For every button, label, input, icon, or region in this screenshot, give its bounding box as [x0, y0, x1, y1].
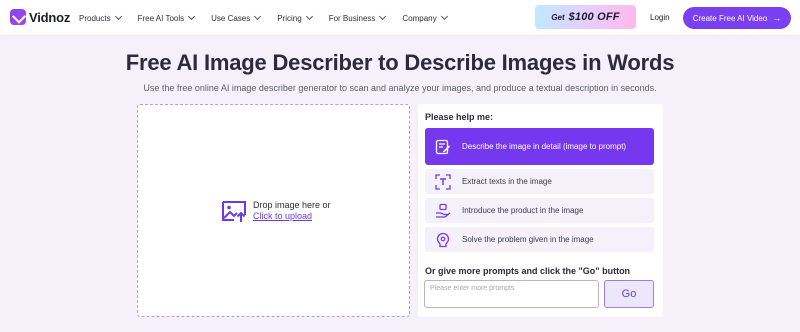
menu-item-company[interactable]: Company [402, 12, 448, 23]
menu-item-products[interactable]: Products [79, 12, 122, 23]
edit-note-icon [435, 139, 451, 154]
arrow-right-icon: → [772, 13, 782, 23]
chevron-down-icon [254, 12, 262, 21]
promo-amount-text: $100 OFF [568, 11, 620, 23]
promo-get-text: Get [551, 12, 565, 22]
lightbulb-brain-icon [436, 232, 450, 247]
menu-item-pricing[interactable]: Pricing [277, 12, 313, 23]
logo-icon [10, 9, 26, 25]
menu-item-label: Company [402, 13, 437, 23]
brand-name: Vidnoz [29, 9, 71, 25]
chevron-down-icon [188, 12, 196, 21]
menu-item-label: Free AI Tools [137, 13, 185, 23]
upload-prompt: Drop image here or Click to upload [221, 199, 331, 223]
main-menu: Products Free AI Tools Use Cases Pricing… [79, 0, 464, 36]
chevron-down-icon [440, 12, 448, 21]
panel-label: Please help me: [425, 112, 494, 122]
promo-banner[interactable]: Get $100 OFF [535, 5, 636, 29]
chevron-down-icon [114, 12, 122, 21]
menu-item-label: Pricing [277, 13, 302, 23]
option-describe-image[interactable]: Describe the image in detail (image to p… [425, 128, 654, 165]
menu-item-label: For Business [328, 13, 376, 23]
option-extract-texts[interactable]: Extract texts in the image [425, 169, 654, 194]
chevron-down-icon [305, 12, 313, 21]
prompt-label: Or give more prompts and click the "Go" … [425, 266, 631, 276]
click-to-upload-link[interactable]: Click to upload [253, 211, 331, 222]
option-solve-problem[interactable]: Solve the problem given in the image [425, 227, 654, 252]
more-prompts-input[interactable] [424, 280, 599, 308]
option-label: Describe the image in detail (image to p… [462, 142, 627, 151]
option-label: Extract texts in the image [462, 177, 552, 186]
go-button[interactable]: Go [604, 280, 654, 308]
text-scan-icon [435, 173, 451, 190]
brand-logo[interactable]: Vidnoz [10, 9, 70, 25]
menu-item-label: Products [79, 13, 111, 23]
upload-text: Drop image here or Click to upload [253, 200, 331, 222]
option-label: Solve the problem given in the image [462, 235, 594, 244]
option-label: Introduce the product in the image [462, 206, 584, 215]
product-hand-icon [436, 203, 451, 218]
menu-item-free-ai-tools[interactable]: Free AI Tools [137, 12, 196, 23]
top-navbar: Vidnoz Products Free AI Tools Use Cases … [0, 0, 800, 36]
page-subtitle: Use the free online AI image describer g… [143, 83, 657, 93]
option-introduce-product[interactable]: Introduce the product in the image [425, 198, 654, 223]
chevron-down-icon [379, 12, 387, 21]
page-title: Free AI Image Describer to Describe Imag… [125, 50, 675, 75]
options-panel: Please help me: Describe the image in de… [418, 104, 663, 317]
cta-label: Create Free AI Video [692, 13, 768, 23]
image-upload-icon [222, 201, 246, 222]
drop-image-text: Drop image here or [253, 200, 331, 210]
menu-item-label: Use Cases [211, 13, 251, 23]
create-free-ai-video-button[interactable]: Create Free AI Video → [683, 7, 791, 29]
menu-item-for-business[interactable]: For Business [328, 12, 387, 23]
image-drop-zone[interactable]: Drop image here or Click to upload [137, 104, 410, 317]
login-link[interactable]: Login [650, 13, 670, 22]
menu-item-use-cases[interactable]: Use Cases [211, 12, 262, 23]
